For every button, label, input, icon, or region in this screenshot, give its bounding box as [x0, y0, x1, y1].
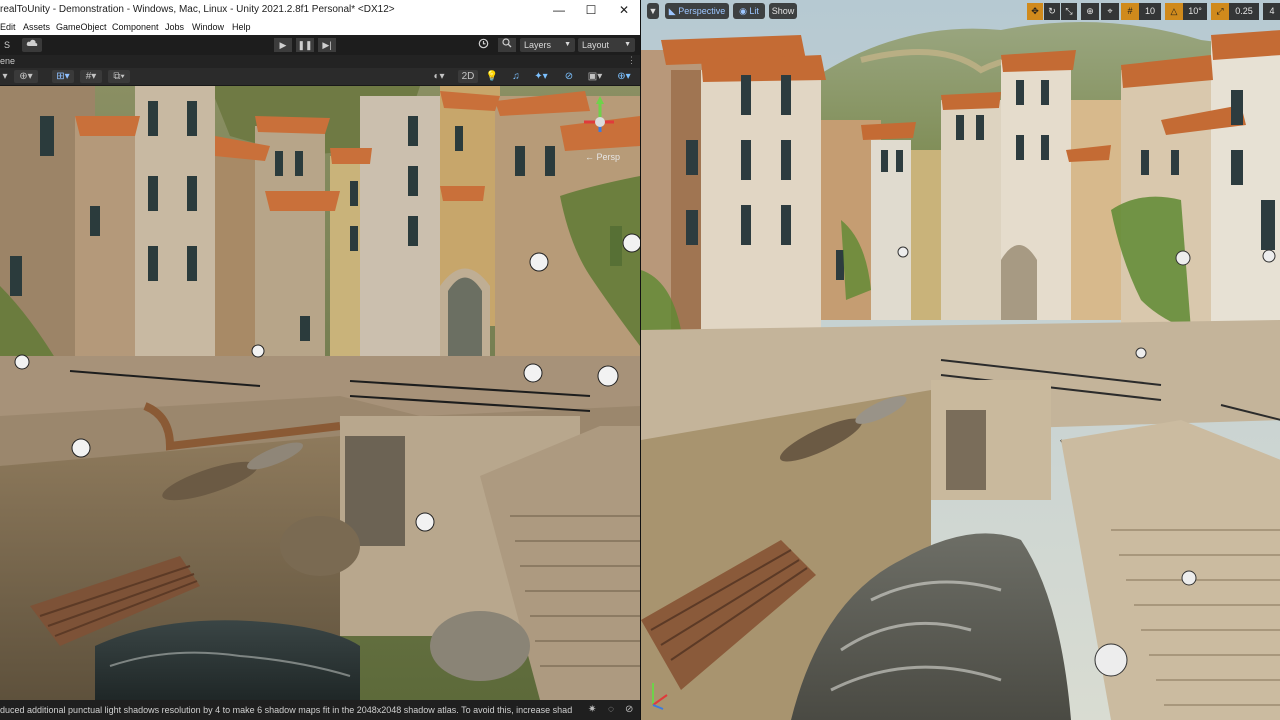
- viewport-options-button[interactable]: ▼: [647, 3, 659, 19]
- layout-dropdown[interactable]: Layout ▼: [578, 38, 635, 52]
- menu-bar: Edit Assets GameObject Component Jobs Wi…: [0, 21, 640, 35]
- lit-button[interactable]: ◉ Lit: [733, 3, 765, 19]
- perspective-button[interactable]: ◣ Perspective: [665, 3, 729, 19]
- world-local-icon[interactable]: ⊕: [1081, 3, 1099, 20]
- chevron-down-icon: ▼: [624, 41, 631, 48]
- lit-icon: ◉: [739, 6, 750, 16]
- scene-tab-bar: ene ⋮: [0, 55, 640, 68]
- menu-edit[interactable]: Edit: [0, 22, 16, 32]
- camera-settings-icon[interactable]: ▣▾: [584, 70, 606, 83]
- layers-dropdown[interactable]: Layers ▼: [520, 38, 575, 52]
- settings-icon[interactable]: ⊘: [625, 704, 633, 715]
- effects-toggle-icon[interactable]: ✦▾: [530, 70, 552, 83]
- main-toolbar: S ▶ ❚❚ ▶| Layers ▼ Layout ▼: [0, 35, 640, 55]
- console-message[interactable]: duced additional punctual light shadows …: [0, 705, 580, 715]
- surface-snap-icon[interactable]: ⌖: [1101, 3, 1119, 20]
- translate-tool-icon[interactable]: ✥: [1027, 3, 1043, 20]
- unity-scene-view[interactable]: [0, 86, 640, 700]
- scale-tool-icon[interactable]: ⤡: [1061, 3, 1077, 20]
- grid-snap-value[interactable]: 10: [1139, 3, 1161, 20]
- unreal-level-viewport[interactable]: [641, 0, 1280, 720]
- persp-label[interactable]: ← Persp: [585, 152, 620, 162]
- move-tool-icon[interactable]: ⊞▾: [52, 70, 74, 83]
- toggle-2d-button[interactable]: 2D: [458, 70, 478, 83]
- unity-title-bar: realToUnity - Demonstration - Windows, M…: [0, 0, 640, 21]
- scale-snap-icon[interactable]: ⤢: [1211, 3, 1229, 20]
- show-button[interactable]: Show: [769, 3, 797, 19]
- scene-view-toolbar: ▾ ⊕▾ ⊞▾ #▾ ⧉▾ ◐▾ 2D 💡 ♫ ✦▾ ⊘ ▣▾ ⊕▾: [0, 68, 640, 86]
- menu-jobs[interactable]: Jobs: [165, 22, 184, 32]
- layers-label: Layers: [524, 40, 552, 50]
- window-title: realToUnity - Demonstration - Windows, M…: [0, 4, 395, 15]
- step-button[interactable]: ▶|: [318, 38, 336, 52]
- progress-icon[interactable]: ◌: [608, 704, 614, 715]
- lit-label: Lit: [749, 6, 759, 16]
- unity-editor-window: realToUnity - Demonstration - Windows, M…: [0, 0, 640, 720]
- camera-speed-value[interactable]: 4: [1263, 3, 1280, 20]
- tab-scene[interactable]: ene: [0, 56, 15, 66]
- draw-mode-dropdown[interactable]: ▾: [0, 70, 10, 83]
- play-button[interactable]: ▶: [274, 38, 292, 52]
- grid-snap-icon[interactable]: #▾: [80, 70, 102, 83]
- gizmos-dropdown-icon[interactable]: ⊕▾: [612, 70, 636, 83]
- rotate-tool-icon[interactable]: ↻: [1044, 3, 1060, 20]
- chevron-down-icon: ▼: [564, 41, 571, 48]
- scale-snap-value[interactable]: 0.25: [1229, 3, 1259, 20]
- account-dropdown[interactable]: S: [0, 38, 14, 52]
- menu-gameobject[interactable]: GameObject: [56, 22, 107, 32]
- increment-snap-icon[interactable]: ⧉▾: [108, 70, 130, 83]
- debug-icon[interactable]: ✷: [588, 704, 596, 715]
- menu-help[interactable]: Help: [232, 22, 251, 32]
- layout-label: Layout: [582, 40, 610, 50]
- close-button[interactable]: ✕: [613, 2, 635, 18]
- pause-button[interactable]: ❚❚: [296, 38, 314, 52]
- shading-mode-icon[interactable]: ◐▾: [428, 70, 450, 83]
- lighting-toggle-icon[interactable]: 💡: [484, 70, 500, 83]
- menu-component[interactable]: Component: [112, 22, 159, 32]
- more-options-icon[interactable]: ⋮: [627, 55, 636, 66]
- hidden-objects-icon[interactable]: ⊘: [560, 70, 578, 83]
- menu-window[interactable]: Window: [192, 22, 224, 32]
- perspective-icon: ◣: [668, 6, 679, 16]
- audio-toggle-icon[interactable]: ♫: [508, 70, 524, 83]
- search-icon[interactable]: [498, 38, 516, 52]
- grid-snap-icon[interactable]: #: [1121, 3, 1139, 20]
- unreal-editor-viewport: ▼ ◣ Perspective ◉ Lit Show ✥ ↻ ⤡ ⊕ ⌖ # 1…: [640, 0, 1280, 720]
- maximize-button[interactable]: ☐: [580, 2, 602, 18]
- minimize-button[interactable]: —: [548, 2, 570, 18]
- console-status-bar[interactable]: duced additional punctual light shadows …: [0, 700, 640, 720]
- gizmo-globe-icon[interactable]: ⊕▾: [14, 70, 38, 83]
- history-icon[interactable]: [474, 38, 492, 52]
- menu-assets[interactable]: Assets: [23, 22, 50, 32]
- perspective-label: Perspective: [678, 6, 726, 16]
- rotation-snap-icon[interactable]: △: [1165, 3, 1183, 20]
- rotation-snap-value[interactable]: 10°: [1183, 3, 1207, 20]
- cloud-icon[interactable]: [22, 38, 42, 52]
